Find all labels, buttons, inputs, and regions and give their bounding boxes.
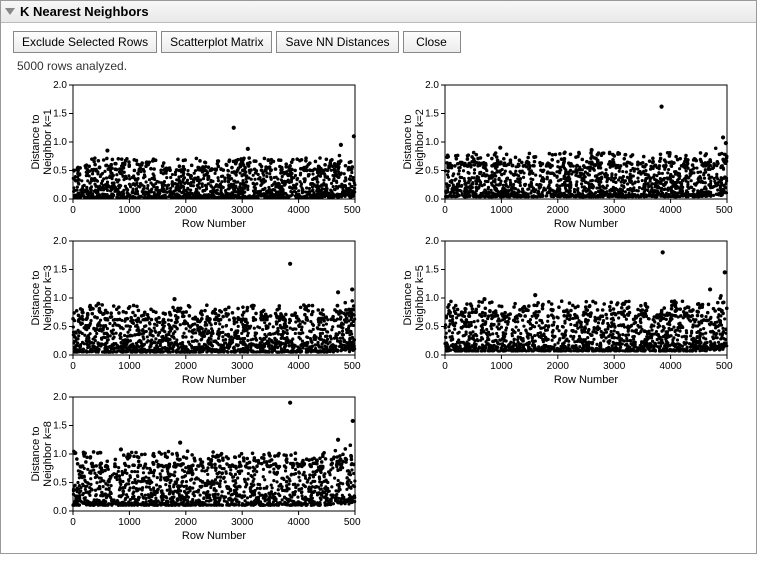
svg-text:Neighbor k=2: Neighbor k=2 — [414, 109, 426, 175]
chart-k3: 0.0 0.5 1.0 1.5 2.0 0 1000 2000 3000 4000 5000 Row … — [31, 235, 361, 385]
knn-panel: K Nearest Neighbors Exclude Selected Row… — [0, 0, 757, 554]
svg-text:0.0: 0.0 — [53, 194, 67, 205]
svg-text:1000: 1000 — [490, 205, 513, 216]
svg-text:1000: 1000 — [118, 205, 141, 216]
svg-text:0: 0 — [70, 205, 76, 216]
svg-text:1000: 1000 — [118, 361, 141, 372]
svg-text:3000: 3000 — [603, 205, 626, 216]
svg-text:Row Number: Row Number — [182, 218, 247, 229]
chart-k8: 0.00.51.01.52.0010002000300040005000Row … — [31, 391, 361, 541]
panel-title: K Nearest Neighbors — [20, 4, 149, 19]
svg-text:1.5: 1.5 — [53, 265, 67, 276]
svg-text:Neighbor k=1: Neighbor k=1 — [42, 109, 54, 175]
chart-k5: 0.00.51.01.52.0010002000300040005000Row … — [403, 235, 733, 385]
svg-text:0.5: 0.5 — [425, 166, 439, 177]
svg-text:0.0: 0.0 — [53, 350, 67, 361]
svg-text:1.5: 1.5 — [425, 109, 439, 120]
svg-text:2.0: 2.0 — [425, 80, 439, 91]
panel-header[interactable]: K Nearest Neighbors — [1, 1, 756, 23]
svg-text:1.5: 1.5 — [53, 109, 67, 120]
svg-text:2.0: 2.0 — [53, 236, 67, 247]
svg-text:Row Number: Row Number — [182, 374, 247, 385]
svg-text:3000: 3000 — [231, 361, 254, 372]
chart-k1: 0.0 0.5 1.0 1.5 2.0 0 1000 2000 3000 4000 5000 Row … — [31, 79, 361, 229]
svg-text:0.5: 0.5 — [53, 166, 67, 177]
exclude-selected-rows-button[interactable]: Exclude Selected Rows — [13, 31, 157, 53]
svg-text:0: 0 — [70, 361, 76, 372]
svg-text:3000: 3000 — [231, 205, 254, 216]
svg-text:Distance to: Distance to — [31, 270, 42, 325]
toolbar: Exclude Selected Rows Scatterplot Matrix… — [1, 23, 756, 59]
svg-text:0: 0 — [442, 205, 448, 216]
svg-text:1.0: 1.0 — [53, 293, 67, 304]
svg-text:Row Number: Row Number — [553, 218, 618, 229]
svg-text:5000: 5000 — [715, 205, 732, 216]
svg-text:2000: 2000 — [175, 361, 198, 372]
status-text: 5000 rows analyzed. — [1, 59, 756, 79]
chart-k2: 0.0 0.5 1.0 1.5 2.0 0 1000 2000 3000 4000 5000 Row … — [403, 79, 733, 229]
svg-text:Distance to: Distance to — [31, 114, 42, 169]
svg-text:1.0: 1.0 — [425, 137, 439, 148]
close-button[interactable]: Close — [403, 31, 461, 53]
svg-text:1.0: 1.0 — [53, 137, 67, 148]
svg-text:5000: 5000 — [344, 361, 361, 372]
svg-text:Distance to: Distance to — [403, 114, 414, 169]
scatterplot-matrix-button[interactable]: Scatterplot Matrix — [161, 31, 272, 53]
svg-text:2000: 2000 — [175, 205, 198, 216]
save-nn-distances-button[interactable]: Save NN Distances — [276, 31, 398, 53]
disclosure-triangle-icon[interactable] — [5, 8, 15, 15]
svg-text:0.0: 0.0 — [425, 194, 439, 205]
svg-text:Neighbor k=3: Neighbor k=3 — [42, 265, 54, 331]
charts-grid: 0.0 0.5 1.0 1.5 2.0 0 1000 2000 3000 4000 5000 Row … — [1, 79, 756, 553]
svg-text:4000: 4000 — [287, 361, 310, 372]
svg-text:4000: 4000 — [659, 205, 682, 216]
svg-text:0.5: 0.5 — [53, 322, 67, 333]
svg-text:2.0: 2.0 — [53, 80, 67, 91]
svg-text:2000: 2000 — [546, 205, 569, 216]
svg-text:4000: 4000 — [287, 205, 310, 216]
svg-text:5000: 5000 — [344, 205, 361, 216]
